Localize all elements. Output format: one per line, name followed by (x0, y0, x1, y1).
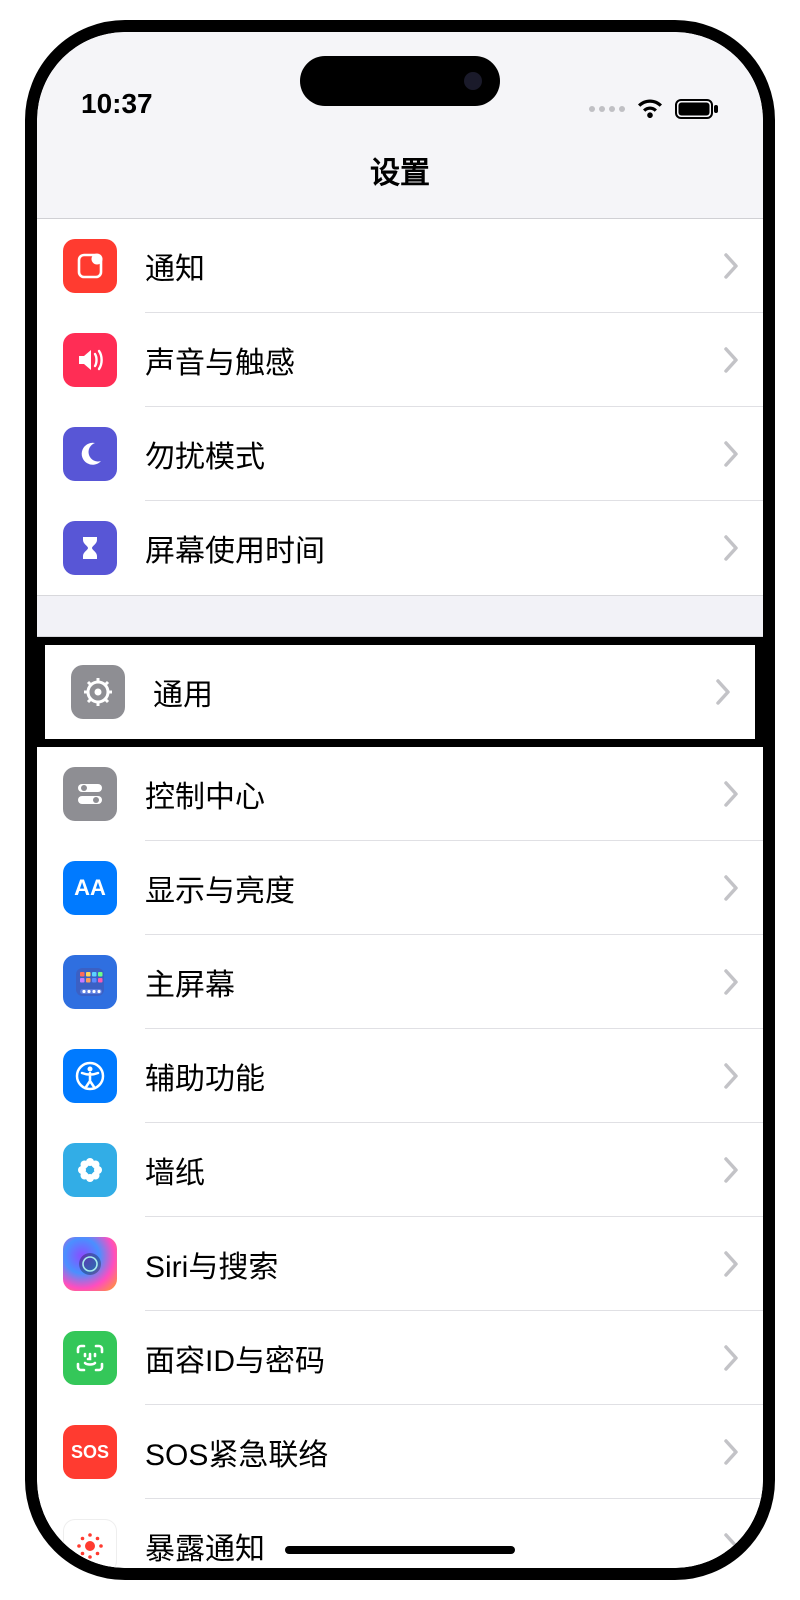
flower-icon (63, 1143, 117, 1197)
row-label: Siri与搜索 (145, 1242, 723, 1286)
settings-row-wallpaper[interactable]: 墙纸 (37, 1123, 763, 1217)
row-label: 通用 (153, 670, 715, 714)
side-button (25, 292, 27, 352)
home-indicator[interactable] (285, 1546, 515, 1554)
text-size-icon: AA (63, 861, 117, 915)
chevron-right-icon (723, 1344, 739, 1372)
settings-row-notifications[interactable]: 通知 (37, 219, 763, 313)
sos-icon: SOS (63, 1425, 117, 1479)
accessibility-icon (63, 1049, 117, 1103)
side-button (25, 382, 27, 492)
side-button (25, 522, 27, 632)
chevron-right-icon (723, 440, 739, 468)
chevron-right-icon (723, 1250, 739, 1278)
wifi-icon (635, 98, 665, 120)
row-label: 控制中心 (145, 772, 723, 816)
settings-row-dnd[interactable]: 勿扰模式 (37, 407, 763, 501)
chevron-right-icon (723, 252, 739, 280)
settings-row-sos[interactable]: SOS SOS紧急联络 (37, 1405, 763, 1499)
chevron-right-icon (723, 346, 739, 374)
page-title: 设置 (37, 128, 763, 219)
status-time: 10:37 (81, 88, 153, 120)
chevron-right-icon (723, 1532, 739, 1560)
row-label: 面容ID与密码 (145, 1336, 723, 1380)
settings-row-general[interactable]: 通用 (45, 645, 755, 739)
row-label: 声音与触感 (145, 338, 723, 382)
tutorial-highlight: 通用 (37, 637, 763, 747)
exposure-icon (63, 1519, 117, 1568)
settings-section: 通用 控制中心 AA 显示与亮度 (37, 637, 763, 1568)
cellular-dots-icon (589, 106, 625, 112)
row-label: 显示与亮度 (145, 866, 723, 910)
settings-row-home-screen[interactable]: 主屏幕 (37, 935, 763, 1029)
chevron-right-icon (723, 1438, 739, 1466)
phone-frame: 10:37 设置 (25, 20, 775, 1580)
row-label: 墙纸 (145, 1148, 723, 1192)
gear-icon (71, 665, 125, 719)
chevron-right-icon (723, 1062, 739, 1090)
row-label: 辅助功能 (145, 1054, 723, 1098)
siri-icon (63, 1237, 117, 1291)
hourglass-icon (63, 521, 117, 575)
switches-icon (63, 767, 117, 821)
chevron-right-icon (723, 780, 739, 808)
chevron-right-icon (723, 534, 739, 562)
row-label: 屏幕使用时间 (145, 526, 723, 570)
notification-icon (63, 239, 117, 293)
row-label: 通知 (145, 244, 723, 288)
face-id-icon (63, 1331, 117, 1385)
side-button (773, 412, 775, 582)
settings-row-face-id[interactable]: 面容ID与密码 (37, 1311, 763, 1405)
settings-row-exposure[interactable]: 暴露通知 (37, 1499, 763, 1568)
moon-icon (63, 427, 117, 481)
settings-section: 通知 声音与触感 (37, 219, 763, 595)
battery-icon (675, 98, 719, 120)
section-gap (37, 595, 763, 637)
settings-row-sounds[interactable]: 声音与触感 (37, 313, 763, 407)
row-label: 勿扰模式 (145, 432, 723, 476)
row-label: SOS紧急联络 (145, 1430, 723, 1474)
settings-row-display[interactable]: AA 显示与亮度 (37, 841, 763, 935)
settings-row-siri[interactable]: Siri与搜索 (37, 1217, 763, 1311)
apps-grid-icon (63, 955, 117, 1009)
chevron-right-icon (715, 678, 731, 706)
settings-row-screen-time[interactable]: 屏幕使用时间 (37, 501, 763, 595)
settings-row-accessibility[interactable]: 辅助功能 (37, 1029, 763, 1123)
chevron-right-icon (723, 968, 739, 996)
speaker-icon (63, 333, 117, 387)
row-label: 主屏幕 (145, 960, 723, 1004)
chevron-right-icon (723, 1156, 739, 1184)
chevron-right-icon (723, 874, 739, 902)
dynamic-island (300, 56, 500, 106)
settings-row-control-center[interactable]: 控制中心 (37, 747, 763, 841)
